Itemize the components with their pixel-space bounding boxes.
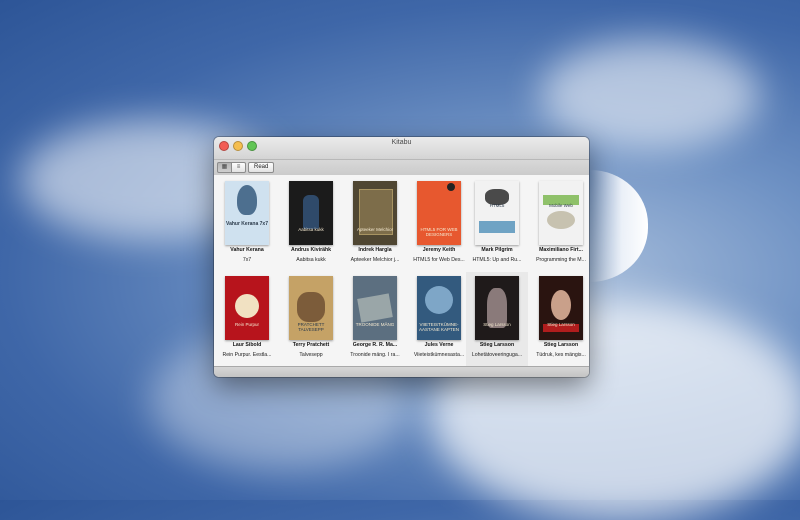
- book-item[interactable]: Aabitsa kukk Andrus Kivirähk Aabitsa kukk: [280, 177, 342, 273]
- book-author: Stieg Larsson: [479, 342, 515, 348]
- book-cover[interactable]: Vahur Kerana 7x7: [225, 181, 269, 245]
- book-cover[interactable]: HTML5 FOR WEB DESIGNERS: [417, 181, 461, 245]
- book-item[interactable]: HTML5 FOR WEB DESIGNERS Jeremy Keith HTML5…: [408, 177, 470, 273]
- book-cover[interactable]: Apteeker Melchior: [353, 181, 397, 245]
- title-bar[interactable]: Kitabu: [214, 137, 589, 160]
- cover-text: Rein Purpur: [234, 322, 259, 327]
- moon: [590, 170, 648, 282]
- cover-text: HTML5: [489, 203, 505, 208]
- view-mode-segmented-control: ▦ ≡: [217, 162, 246, 173]
- kitabu-window: Kitabu ▦ ≡ Read Vahur Kerana 7x7 Vahur Ke…: [214, 137, 589, 377]
- list-view-button[interactable]: ≡: [232, 162, 246, 173]
- book-title: Apteeker Melchior j...: [350, 257, 400, 263]
- book-author: Mark Pilgrim: [481, 247, 513, 253]
- grid-view-button[interactable]: ▦: [217, 162, 232, 173]
- window-title: Kitabu: [391, 139, 412, 146]
- bottom-bar: [214, 366, 589, 377]
- book-cover[interactable]: Stieg Larsson: [475, 276, 519, 340]
- cover-text: Stieg Larsson: [547, 322, 575, 327]
- book-author: Andrus Kivirähk: [290, 247, 332, 253]
- book-author: Terry Pratchett: [292, 342, 330, 348]
- book-cover[interactable]: PRATCHETT TALVESEPP: [289, 276, 333, 340]
- toolbar: ▦ ≡ Read: [214, 160, 589, 176]
- book-item[interactable]: Vahur Kerana 7x7 Vahur Kerana 7x7: [216, 177, 278, 273]
- book-item[interactable]: HTML5 Mark Pilgrim HTML5: Up and Ru...: [466, 177, 528, 273]
- book-author: Jules Verne: [424, 342, 454, 348]
- cloud: [540, 40, 760, 150]
- book-item[interactable]: Rein Purpur Laur Sibold Rein Purpur. Eestl…: [216, 272, 278, 368]
- book-cover[interactable]: VIIETEISTKÜMNE-AASTANE KAPTEN: [417, 276, 461, 340]
- book-cover[interactable]: Stieg Larsson: [539, 276, 583, 340]
- book-title: Talvesepp: [299, 352, 323, 358]
- cover-text: HTML5 FOR WEB DESIGNERS: [420, 227, 458, 237]
- book-cover[interactable]: TROONIDE MÄNG: [353, 276, 397, 340]
- list-icon: ≡: [236, 164, 241, 170]
- book-cover[interactable]: Rein Purpur: [225, 276, 269, 340]
- book-item[interactable]: Stieg Larsson Stieg Larsson Lohetätoveerin…: [466, 272, 528, 368]
- book-title: Troonide mäng. I ra...: [350, 352, 400, 358]
- book-title: Lohetätoveeringuga...: [471, 352, 523, 358]
- book-author: Maximiliano Firt...: [539, 247, 583, 253]
- cover-text: Vahur Kerana 7x7: [226, 221, 268, 227]
- book-title: Rein Purpur. Eestla...: [222, 352, 272, 358]
- book-author: Vahur Kerana: [230, 247, 264, 253]
- book-title: Aabitsa kukk: [296, 257, 326, 263]
- grid-icon: ▦: [221, 164, 228, 170]
- book-title: Viieteistkümnesasta...: [413, 352, 465, 358]
- cover-text: Apteeker Melchior: [356, 227, 394, 232]
- book-item[interactable]: Stieg Larsson Stieg Larsson Tüdruk, kes mä…: [530, 272, 589, 368]
- book-cover[interactable]: Aabitsa kukk: [289, 181, 333, 245]
- book-cover[interactable]: HTML5: [475, 181, 519, 245]
- book-title: HTML5: Up and Ru...: [472, 257, 522, 263]
- read-button[interactable]: Read: [248, 162, 275, 173]
- book-title: 7x7: [242, 257, 252, 263]
- book-author: Indrek Hargla: [358, 247, 392, 253]
- book-item[interactable]: VIIETEISTKÜMNE-AASTANE KAPTEN Jules Verne…: [408, 272, 470, 368]
- book-author: Stieg Larsson: [543, 342, 579, 348]
- cover-text: TROONIDE MÄNG: [355, 322, 395, 327]
- book-item[interactable]: Mobile Web Maximiliano Firt... Programming…: [530, 177, 589, 273]
- book-item[interactable]: PRATCHETT TALVESEPP Terry Pratchett Talves…: [280, 272, 342, 368]
- cover-text: PRATCHETT TALVESEPP: [297, 322, 325, 332]
- book-title: HTML5 for Web Des...: [413, 257, 465, 263]
- cover-text: Stieg Larsson: [483, 322, 511, 327]
- book-item[interactable]: TROONIDE MÄNG George R. R. Ma... Troonide …: [344, 272, 406, 368]
- book-author: George R. R. Ma...: [352, 342, 398, 348]
- book-grid: Vahur Kerana 7x7 Vahur Kerana 7x7 Aabitsa k…: [214, 175, 589, 368]
- book-cover[interactable]: Mobile Web: [539, 181, 583, 245]
- cover-text: Aabitsa kukk: [298, 227, 324, 232]
- book-item[interactable]: Apteeker Melchior Indrek Hargla Apteeker M…: [344, 177, 406, 273]
- book-author: Laur Sibold: [232, 342, 262, 348]
- cover-text: Mobile Web: [549, 203, 573, 208]
- book-author: Jeremy Keith: [422, 247, 456, 253]
- book-title: Tüdruk, kes mängis...: [536, 352, 586, 358]
- cover-text: VIIETEISTKÜMNE-AASTANE KAPTEN: [419, 322, 459, 332]
- book-title: Programming the M...: [536, 257, 586, 263]
